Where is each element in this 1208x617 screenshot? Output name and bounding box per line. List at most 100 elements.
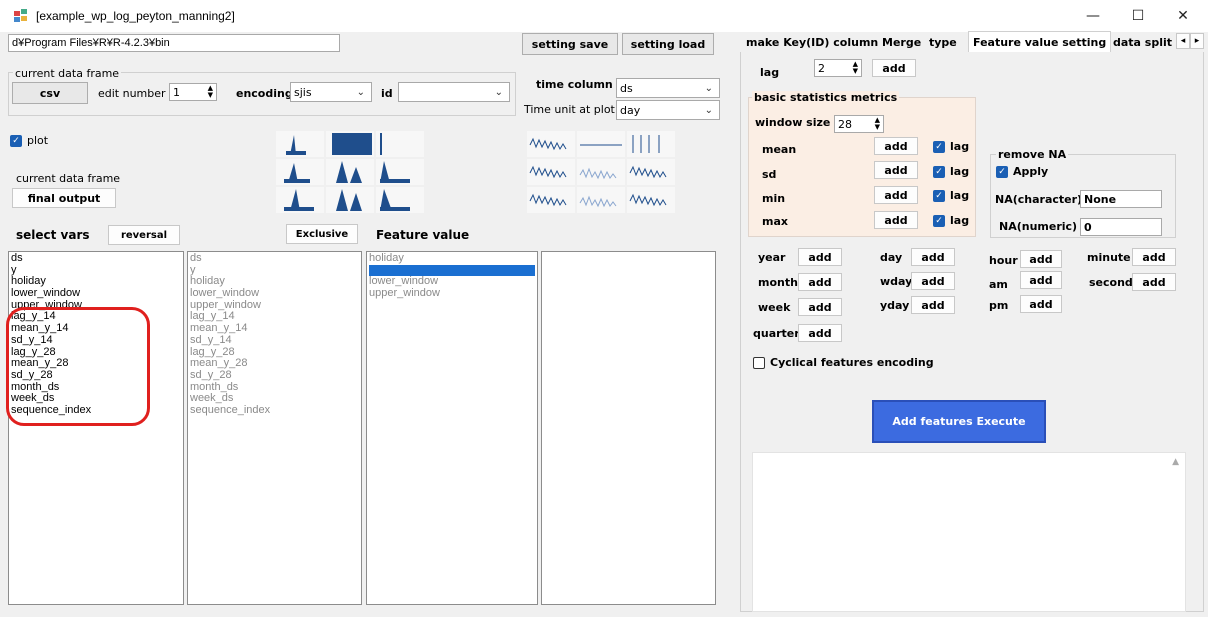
- list-item[interactable]: lower_window: [11, 287, 181, 300]
- exclusive-button[interactable]: Exclusive: [286, 224, 358, 244]
- feature-value-listbox[interactable]: holiday lower_window upper_window: [366, 251, 538, 605]
- time-column-label: time column: [536, 78, 613, 91]
- reversal-button[interactable]: reversal: [108, 225, 180, 245]
- stat-min-lag-checkbox[interactable]: ✓: [933, 190, 945, 202]
- stat-sd-add-button[interactable]: add: [874, 161, 918, 179]
- time-unit-select[interactable]: day ⌄: [616, 100, 720, 120]
- lag-stepper[interactable]: 2 ▲ ▼: [814, 59, 862, 77]
- lag-add-button[interactable]: add: [872, 59, 916, 77]
- minimize-button[interactable]: —: [1070, 0, 1116, 32]
- minute-label: minute: [1087, 251, 1131, 264]
- add-features-execute-button[interactable]: Add features Execute: [872, 400, 1046, 443]
- stat-mean-add-button[interactable]: add: [874, 137, 918, 155]
- log-output-area[interactable]: ▲: [752, 452, 1186, 612]
- time-unit-value: day: [620, 103, 641, 117]
- stat-mean-lag-checkbox[interactable]: ✓: [933, 141, 945, 153]
- stat-min-add-button[interactable]: add: [874, 186, 918, 204]
- pm-label: pm: [989, 299, 1009, 312]
- am-label: am: [989, 278, 1008, 291]
- edit-number-value: 1: [173, 85, 180, 99]
- tab-scroll-left-icon[interactable]: ◂: [1176, 33, 1190, 49]
- stat-min-label: min: [762, 192, 786, 205]
- list-item[interactable]: sd_y_14: [190, 334, 359, 347]
- feature-value-label: Feature value: [376, 228, 470, 242]
- edit-number-stepper[interactable]: 1 ▲ ▼: [169, 83, 217, 101]
- pm-add-button[interactable]: add: [1020, 295, 1062, 313]
- list-item[interactable]: ds: [11, 252, 181, 265]
- na-character-input[interactable]: None: [1080, 190, 1162, 208]
- tab-scroll-right-icon[interactable]: ▸: [1190, 33, 1204, 49]
- na-numeric-label: NA(numeric): [999, 220, 1078, 233]
- apply-checkbox[interactable]: ✓: [996, 166, 1008, 178]
- spinner-icon[interactable]: ▲ ▼: [853, 61, 858, 75]
- spinner-icon[interactable]: ▲ ▼: [208, 85, 213, 99]
- plot-label: plot: [27, 134, 49, 147]
- am-add-button[interactable]: add: [1020, 271, 1062, 289]
- list-item[interactable]: ds: [190, 252, 359, 265]
- stat-sd-label: sd: [762, 168, 777, 181]
- yday-add-button[interactable]: add: [911, 296, 955, 314]
- window-size-stepper[interactable]: 28 ▲ ▼: [834, 115, 884, 133]
- quarter-add-button[interactable]: add: [798, 324, 842, 342]
- week-add-button[interactable]: add: [798, 298, 842, 316]
- tab-merge[interactable]: Merge: [878, 32, 925, 52]
- minute-add-button[interactable]: add: [1132, 248, 1176, 266]
- current-frame-label: current data frame: [16, 172, 121, 185]
- tab-feature-value-setting[interactable]: Feature value setting: [968, 31, 1112, 53]
- second-label: second: [1089, 276, 1133, 289]
- encoding-label: encoding: [236, 87, 293, 100]
- list-item[interactable]: sequence_index: [190, 404, 359, 417]
- stat-mean-label: mean: [762, 143, 797, 156]
- apply-label: Apply: [1013, 165, 1049, 178]
- list-item[interactable]: lower_window: [190, 287, 359, 300]
- cyclical-encoding-checkbox[interactable]: [753, 357, 765, 369]
- encoding-value: sjis: [294, 85, 312, 99]
- stat-min-lag-label: lag: [950, 189, 970, 202]
- second-add-button[interactable]: add: [1132, 273, 1176, 291]
- year-add-button[interactable]: add: [798, 248, 842, 266]
- list-item[interactable]: sd_y_28: [190, 369, 359, 382]
- output-listbox[interactable]: [541, 251, 716, 605]
- wday-add-button[interactable]: add: [911, 272, 955, 290]
- na-numeric-input[interactable]: 0: [1080, 218, 1162, 236]
- month-label: month: [758, 276, 798, 289]
- list-item[interactable]: holiday: [369, 252, 535, 265]
- id-select[interactable]: ⌄: [398, 82, 510, 102]
- month-add-button[interactable]: add: [798, 273, 842, 291]
- lag-value: 2: [818, 61, 825, 75]
- window-size-label: window size: [755, 116, 831, 129]
- tab-type[interactable]: type: [925, 32, 961, 52]
- plot-checkbox[interactable]: ✓: [10, 135, 22, 147]
- tab-make-key-id[interactable]: make Key(ID) column: [742, 32, 882, 52]
- r-path-input[interactable]: d¥Program Files¥R¥R-4.2.3¥bin: [8, 34, 340, 52]
- excluded-vars-listbox[interactable]: ds y holiday lower_window upper_window lag_y_…: [187, 251, 362, 605]
- setting-save-button[interactable]: setting save: [522, 33, 618, 55]
- time-column-select[interactable]: ds ⌄: [616, 78, 720, 98]
- stat-max-lag-label: lag: [950, 214, 970, 227]
- day-add-button[interactable]: add: [911, 248, 955, 266]
- tab-data-split[interactable]: data split: [1109, 32, 1176, 52]
- csv-button[interactable]: csv: [12, 82, 88, 104]
- final-output-button[interactable]: final output: [12, 188, 116, 208]
- scroll-up-icon[interactable]: ▲: [1172, 457, 1179, 467]
- encoding-select[interactable]: sjis ⌄: [290, 82, 372, 102]
- stat-max-label: max: [762, 215, 788, 228]
- list-item[interactable]: upper_window: [369, 287, 535, 300]
- hour-add-button[interactable]: add: [1020, 250, 1062, 268]
- maximize-button[interactable]: ☐: [1115, 0, 1161, 32]
- wday-label: wday: [880, 275, 913, 288]
- stat-max-add-button[interactable]: add: [874, 211, 918, 229]
- select-vars-listbox[interactable]: ds y holiday lower_window upper_window lag_y_…: [8, 251, 184, 605]
- highlight-annotation: [6, 307, 150, 426]
- stat-max-lag-checkbox[interactable]: ✓: [933, 215, 945, 227]
- setting-load-button[interactable]: setting load: [622, 33, 714, 55]
- edit-number-label: edit number: [98, 87, 166, 100]
- year-label: year: [758, 251, 786, 264]
- basic-stats-title: basic statistics metrics: [752, 91, 900, 104]
- na-character-label: NA(character): [995, 193, 1083, 206]
- timeseries-thumbnails: [527, 131, 675, 213]
- spinner-icon[interactable]: ▲ ▼: [875, 117, 880, 131]
- stat-sd-lag-checkbox[interactable]: ✓: [933, 166, 945, 178]
- close-button[interactable]: ✕: [1160, 0, 1206, 32]
- stat-sd-lag-label: lag: [950, 165, 970, 178]
